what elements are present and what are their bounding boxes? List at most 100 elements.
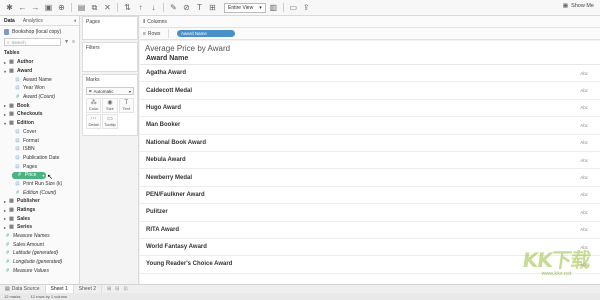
rows-pill-award-name[interactable]: Award Name bbox=[177, 30, 235, 37]
abc-placeholder: Abc bbox=[580, 175, 588, 181]
field-label: Year Won bbox=[23, 85, 45, 92]
labels-icon[interactable]: T bbox=[194, 2, 205, 13]
duplicate-icon[interactable]: ⧉ bbox=[89, 2, 100, 13]
field-item[interactable]: # Sales Amount bbox=[0, 240, 79, 249]
table-row[interactable]: World Fantasy Award Abc bbox=[140, 239, 600, 257]
highlight-icon[interactable]: ✎ bbox=[168, 2, 179, 13]
chevron-down-icon: ▾ bbox=[128, 88, 131, 94]
table-row[interactable]: Newberry Medal Abc bbox=[140, 169, 600, 187]
table-row[interactable]: Young Reader's Choice Award Abc bbox=[140, 256, 600, 274]
table-row[interactable]: RITA Award Abc bbox=[140, 222, 600, 239]
field-item[interactable]: # Measure Names bbox=[0, 232, 79, 241]
marks-text-button[interactable]: T Text bbox=[118, 98, 134, 113]
table-item[interactable]: ▸ ▦ Publisher bbox=[0, 197, 79, 206]
field-item[interactable]: ⊡ Publication Date bbox=[0, 154, 79, 163]
group-icon[interactable]: ⊘ bbox=[181, 2, 192, 13]
table-item[interactable]: ▸ ▦ Book bbox=[0, 101, 79, 110]
field-item[interactable]: ⊡ Format bbox=[0, 136, 79, 145]
table-item[interactable]: ▸ ▦ Sales bbox=[0, 214, 79, 223]
mark-type-select[interactable]: ⌗ Automatic ▾ bbox=[86, 87, 134, 95]
toolbar-divider bbox=[282, 3, 284, 12]
new-sheet-icons: ⊞ ⊟ ⊡ bbox=[102, 286, 128, 292]
chevron-down-icon: ▾ bbox=[259, 4, 262, 11]
field-item[interactable]: ⊡ ISBN bbox=[0, 145, 79, 154]
field-label: Measure Names bbox=[13, 233, 50, 240]
new-datasource-icon[interactable]: ⊕ bbox=[56, 2, 67, 13]
dimension-icon: ⊡ bbox=[15, 180, 20, 187]
table-row[interactable]: Agatha Award Abc bbox=[140, 65, 600, 83]
field-item[interactable]: ⊡ Cover bbox=[0, 128, 79, 137]
undo-icon[interactable]: ← bbox=[17, 2, 28, 13]
sort-asc-icon[interactable]: ↑ bbox=[135, 2, 146, 13]
marks-detail-button[interactable]: ⋯ Detail bbox=[86, 114, 102, 129]
marks-tooltip-button[interactable]: ▭ Tooltip bbox=[102, 114, 118, 129]
abc-placeholder: Abc bbox=[580, 88, 588, 94]
tab-data[interactable]: Data bbox=[0, 18, 19, 24]
table-icon: ▦ bbox=[9, 224, 14, 231]
table-item[interactable]: ▾ ▦ Edition bbox=[0, 119, 79, 128]
pages-card[interactable]: Pages bbox=[82, 16, 138, 40]
presentation-icon[interactable]: ▭ bbox=[288, 2, 299, 13]
measure-icon: # bbox=[16, 189, 19, 196]
field-item[interactable]: # Edition (Count) bbox=[0, 188, 79, 197]
redo-icon[interactable]: → bbox=[30, 2, 41, 13]
share-icon[interactable]: ⇪ bbox=[301, 2, 312, 13]
table-item[interactable]: ▸ ▦ Checkouts bbox=[0, 110, 79, 119]
search-input[interactable]: ⌕ Search bbox=[4, 38, 62, 46]
table-item[interactable]: ▸ ▦ Author bbox=[0, 58, 79, 67]
column-header[interactable]: Award Name bbox=[140, 53, 600, 65]
table-row[interactable]: Man Booker Abc bbox=[140, 117, 600, 135]
field-item[interactable]: # Longitude (generated) bbox=[0, 258, 79, 267]
table-row[interactable]: PEN/Faulkner Award Abc bbox=[140, 187, 600, 205]
price-field-pill[interactable]: # Price ▾ bbox=[12, 171, 47, 179]
field-item[interactable]: ⊡ Pages bbox=[0, 162, 79, 171]
new-sheet-icon[interactable]: ▤ bbox=[76, 2, 87, 13]
sort-desc-icon[interactable]: ↓ bbox=[148, 2, 159, 13]
tableau-logo-icon[interactable]: ✱ bbox=[4, 2, 15, 13]
datasource-tab-icon: ▤ bbox=[5, 286, 10, 292]
field-item[interactable]: ⊡ Year Won bbox=[0, 84, 79, 93]
data-pane: Data Analytics ◂ Bookshop (local copy) ⌕… bbox=[0, 16, 80, 284]
table-item[interactable]: ▸ ▦ Series bbox=[0, 223, 79, 232]
new-dashboard-icon[interactable]: ⊟ bbox=[115, 286, 119, 292]
table-item[interactable]: ▸ ▦ Ratings bbox=[0, 206, 79, 215]
new-worksheet-icon[interactable]: ⊞ bbox=[107, 286, 111, 292]
rows-shelf[interactable]: ≡ Rows Award Name bbox=[140, 28, 600, 40]
field-item[interactable]: # Measure Values bbox=[0, 267, 79, 276]
field-item[interactable]: # Award (Count) bbox=[0, 93, 79, 102]
filter-fields-icon[interactable]: ▼ bbox=[64, 39, 69, 45]
show-me-button[interactable]: ▦ Show Me bbox=[563, 3, 594, 9]
table-row[interactable]: National Book Award Abc bbox=[140, 135, 600, 152]
field-item[interactable]: # Latitude (generated) bbox=[0, 249, 79, 258]
fix-axes-icon[interactable]: ⊞ bbox=[207, 2, 218, 13]
table-row[interactable]: Nebula Award Abc bbox=[140, 152, 600, 170]
field-item[interactable]: ⊡ Award Name bbox=[0, 75, 79, 84]
new-story-icon[interactable]: ⊡ bbox=[123, 286, 127, 292]
table-item[interactable]: ▾ ▦ Award bbox=[0, 67, 79, 76]
minimize-icon[interactable]: ◂ bbox=[73, 18, 79, 24]
columns-label: Columns bbox=[147, 18, 167, 25]
table-icon: ▦ bbox=[9, 207, 14, 214]
filters-card[interactable]: Filters bbox=[82, 42, 138, 72]
datasource-item[interactable]: Bookshop (local copy) bbox=[0, 26, 79, 38]
show-cards-icon[interactable]: ▥ bbox=[268, 2, 279, 13]
clear-icon[interactable]: ✕ bbox=[102, 2, 113, 13]
table-row[interactable]: Pulitzer Abc bbox=[140, 204, 600, 222]
table-row[interactable]: Hugo Award Abc bbox=[140, 100, 600, 118]
table-row[interactable]: Caldecott Medal Abc bbox=[140, 82, 600, 100]
field-label: Publication Date bbox=[23, 154, 60, 161]
field-item[interactable]: ⊡ Print Run Size (k) bbox=[0, 180, 79, 189]
field-item-price[interactable]: # Price ▾ ↖ bbox=[0, 171, 79, 181]
columns-shelf[interactable]: ⦀ Columns bbox=[140, 16, 600, 28]
view-size-select[interactable]: Entire View ▾ bbox=[224, 2, 266, 13]
toolbar: ✱ ← → ▣ ⊕ ▤ ⧉ ✕ ⇅ ↑ ↓ ✎ ⊘ T ⊞ Entire Vie… bbox=[0, 0, 600, 16]
view-options-icon[interactable]: ≡ bbox=[72, 39, 75, 45]
tab-analytics[interactable]: Analytics bbox=[19, 18, 47, 24]
marks-size-button[interactable]: ◉ Size bbox=[102, 98, 118, 113]
swap-icon[interactable]: ⇅ bbox=[122, 2, 133, 13]
marks-color-button[interactable]: ⁂ Color bbox=[86, 98, 102, 113]
save-icon[interactable]: ▣ bbox=[43, 2, 54, 13]
award-name-cell: Agatha Award bbox=[146, 70, 187, 77]
table-icon: ▦ bbox=[9, 120, 14, 127]
sheet-tabs: ▤ Data Source Sheet 1 Sheet 2 ⊞ ⊟ ⊡ bbox=[0, 284, 600, 294]
